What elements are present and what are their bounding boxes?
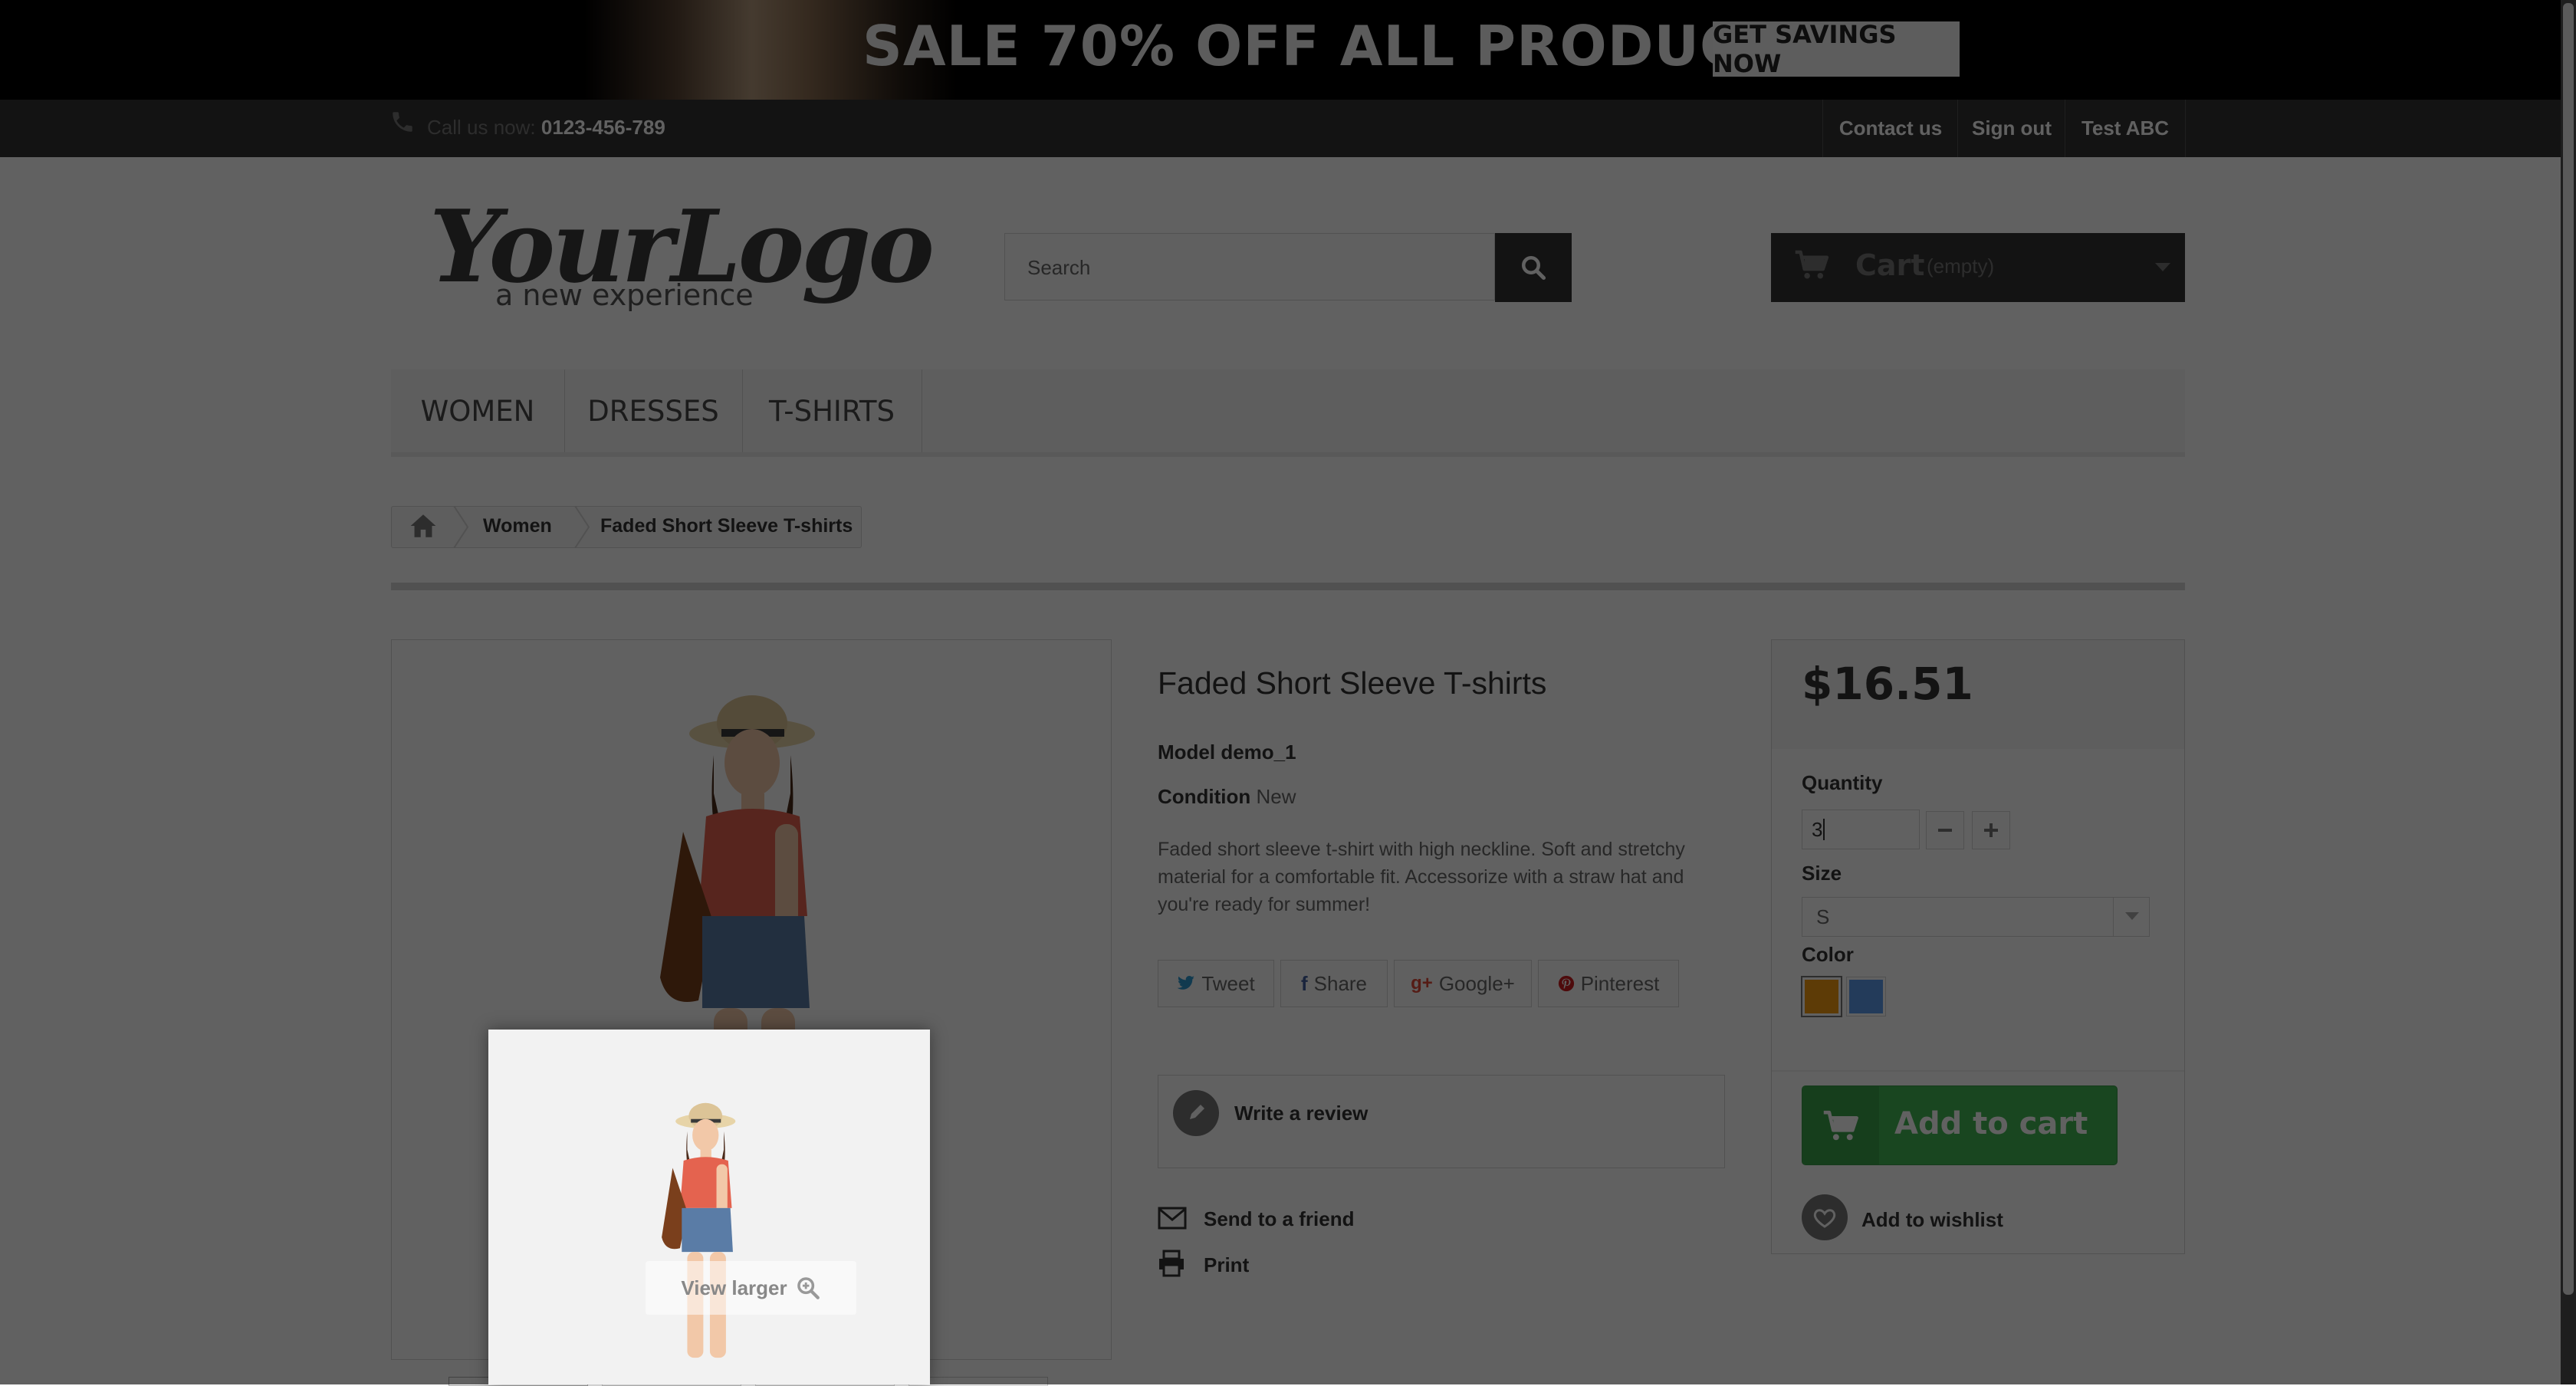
add-to-wishlist-link[interactable]: Add to wishlist: [1861, 1208, 2003, 1232]
search-icon: [1522, 256, 1546, 281]
chevron-down-icon: [2125, 912, 2139, 920]
image-popup[interactable]: View larger: [488, 1030, 930, 1384]
breadcrumb-women[interactable]: Women: [483, 515, 552, 537]
sign-out-link[interactable]: Sign out: [1957, 100, 2065, 157]
add-to-cart-label: Add to cart: [1894, 1106, 2088, 1141]
scrollbar-thumb[interactable]: [2563, 3, 2574, 1295]
cart-status: (empty): [1927, 255, 1995, 278]
search-button[interactable]: [1495, 233, 1572, 302]
buy-box-divider: [1772, 1070, 2184, 1072]
envelope-icon: [1158, 1207, 1187, 1230]
pencil-icon[interactable]: [1173, 1090, 1219, 1136]
menu-item-t-shirts[interactable]: T-SHIRTS: [742, 369, 922, 452]
size-select-arrow: [2113, 898, 2150, 936]
view-larger-label: View larger: [681, 1276, 787, 1299]
print-link[interactable]: Print: [1204, 1253, 1249, 1277]
home-icon[interactable]: [408, 512, 439, 540]
quantity-input[interactable]: 3: [1802, 810, 1920, 849]
product-model: Model demo_1: [1158, 741, 1296, 764]
model-value: demo_1: [1221, 741, 1296, 764]
top-nav-bar: [0, 100, 2576, 157]
size-label: Size: [1802, 862, 1842, 885]
logo-tagline: a new experience: [495, 278, 754, 312]
quantity-label: Quantity: [1802, 771, 1883, 794]
google-plus-icon: g+: [1411, 973, 1433, 994]
phone-icon: [393, 112, 412, 132]
pinterest-icon: [1558, 975, 1574, 992]
pinterest-label: Pinterest: [1580, 971, 1660, 995]
color-label: Color: [1802, 943, 1854, 966]
product-price: $16.51: [1802, 658, 1973, 710]
quantity-value: 3: [1812, 817, 1823, 841]
call-us-text: Call us now: 0123-456-789: [427, 116, 665, 140]
contact-us-link[interactable]: Contact us: [1822, 100, 1958, 157]
breadcrumb-separator: [453, 506, 469, 548]
plus-icon: [1984, 823, 1998, 837]
menu-item-dresses[interactable]: DRESSES: [564, 369, 743, 452]
chevron-down-icon: [2155, 263, 2170, 271]
heart-icon[interactable]: [1802, 1194, 1848, 1240]
color-swatch-orange[interactable]: [1801, 976, 1842, 1017]
product-title: Faded Short Sleeve T-shirts: [1158, 665, 1547, 701]
phone-number: 0123-456-789: [540, 116, 665, 139]
search-placeholder: Search: [1027, 256, 1091, 279]
twitter-icon: [1177, 976, 1195, 990]
breadcrumb-separator: [574, 506, 590, 548]
size-select[interactable]: S: [1802, 897, 2150, 937]
get-savings-button[interactable]: GET SAVINGS NOW: [1713, 20, 1960, 78]
condition-label: Condition: [1158, 785, 1251, 808]
printer-icon: [1159, 1250, 1184, 1277]
quantity-decrease-button[interactable]: [1926, 811, 1964, 849]
cart-block[interactable]: Cart (empty): [1771, 233, 2185, 302]
popup-product-photo: [662, 1102, 736, 1358]
promo-banner[interactable]: SALE 70% OFF ALL PRODUCTS GET SAVINGS NO…: [0, 0, 2576, 100]
google-plus-button[interactable]: g+ Google+: [1394, 960, 1532, 1007]
share-label: Share: [1313, 971, 1368, 995]
product-condition: Condition New: [1158, 785, 1296, 809]
site-logo[interactable]: YourLogo a new experience: [429, 188, 935, 318]
google-plus-label: Google+: [1438, 971, 1515, 995]
model-label: Model: [1158, 741, 1216, 764]
text-cursor: [1823, 819, 1825, 840]
zoom-icon: [797, 1277, 820, 1299]
call-label: Call us now:: [427, 116, 536, 139]
menu-item-women[interactable]: WOMEN: [391, 369, 565, 452]
share-button[interactable]: f Share: [1280, 960, 1388, 1007]
view-larger-button[interactable]: View larger: [646, 1261, 856, 1315]
write-review-link[interactable]: Write a review: [1234, 1102, 1368, 1125]
tweet-label: Tweet: [1201, 971, 1255, 995]
breadcrumb-current: Faded Short Sleeve T-shirts: [600, 515, 853, 537]
section-divider: [391, 583, 2185, 590]
add-to-cart-button[interactable]: Add to cart: [1802, 1085, 2118, 1165]
color-swatch-blue[interactable]: [1846, 977, 1886, 1017]
size-value: S: [1816, 905, 1830, 928]
banner-headline: SALE 70% OFF ALL PRODUCTS: [863, 14, 1820, 78]
condition-value: New: [1256, 785, 1296, 808]
tweet-button[interactable]: Tweet: [1158, 960, 1274, 1007]
pinterest-button[interactable]: Pinterest: [1538, 960, 1679, 1007]
quantity-increase-button[interactable]: [1972, 811, 2010, 849]
cart-label: Cart: [1855, 248, 1925, 282]
cart-icon: [1795, 250, 1829, 279]
product-description: Faded short sleeve t-shirt with high nec…: [1158, 839, 1685, 915]
facebook-icon: f: [1300, 971, 1308, 995]
minus-icon: [1938, 829, 1952, 832]
account-link[interactable]: Test ABC: [2065, 100, 2186, 157]
send-to-friend-link[interactable]: Send to a friend: [1204, 1207, 1354, 1231]
cart-icon: [1823, 1110, 1858, 1141]
